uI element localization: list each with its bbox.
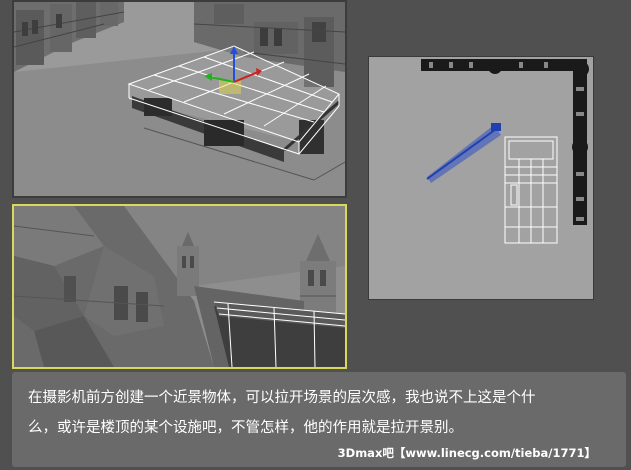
wall-plan-right	[572, 71, 588, 225]
caption-box: 在摄影机前方创建一个近景物体，可以拉开场景的层次感，我也说不上这是个什 么，或许…	[12, 372, 626, 467]
perspective-viewport[interactable]	[12, 0, 347, 198]
camera-scene	[14, 206, 345, 367]
caption-line-2: 么，或许是楼顶的某个设施吧，不管怎样，他的作用就是拉开景别。	[28, 420, 463, 436]
caption-line-1: 在摄影机前方创建一个近景物体，可以拉开场景的层次感，我也说不上这是个什	[28, 390, 536, 406]
near-object	[213, 301, 345, 367]
perspective-scene	[14, 2, 345, 196]
top-viewport[interactable]	[368, 56, 594, 300]
camera-viewport[interactable]	[12, 204, 347, 369]
top-scene	[369, 57, 593, 299]
source-credit: 3Dmax吧【www.linecg.com/tieba/1771】	[337, 446, 596, 460]
